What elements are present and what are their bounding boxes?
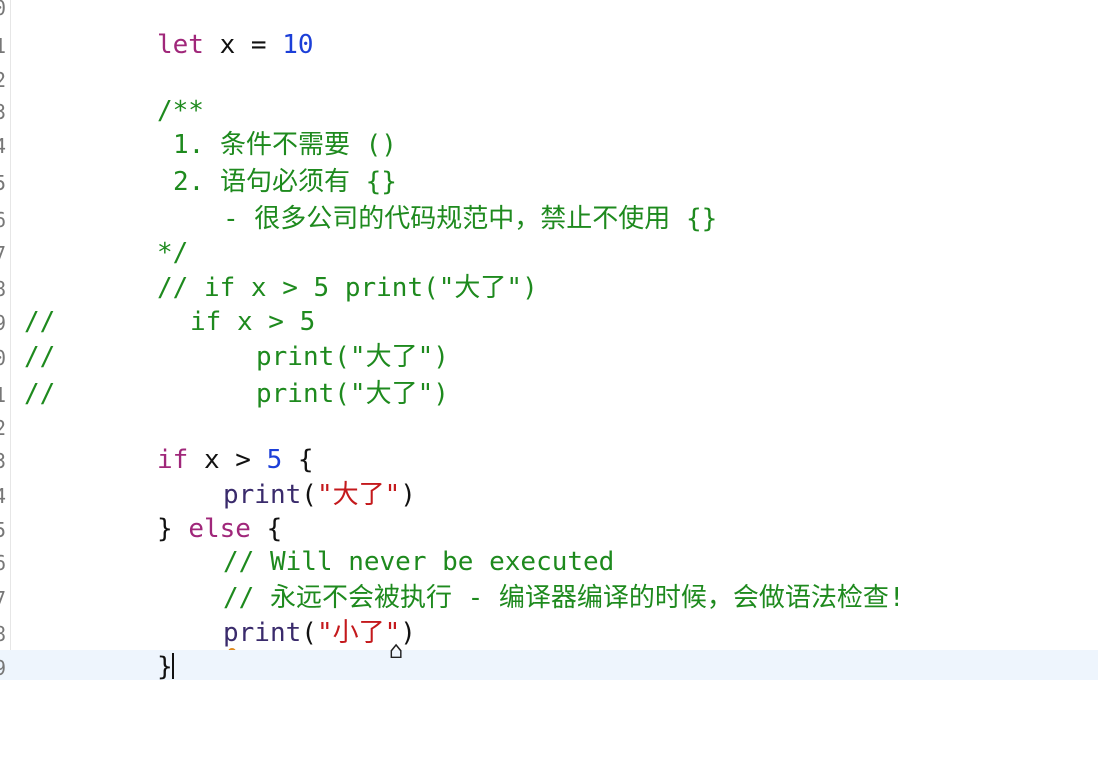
line-number: 1 [0, 383, 6, 407]
line-number: 7 [0, 587, 6, 611]
line-number: 9 [0, 656, 6, 680]
line-number: 8 [0, 277, 6, 301]
function-name: print [223, 480, 302, 510]
line-number: 4 [0, 484, 6, 508]
code-text[interactable]: let x = 10 [157, 30, 314, 60]
line-number: 0 [0, 0, 6, 20]
code-plain: ( [301, 618, 317, 648]
line-number: 0 [0, 346, 6, 370]
comment-prefix: // [24, 307, 56, 337]
code-line-current[interactable]: 9 } [0, 650, 1098, 682]
code-line[interactable]: 5 } else { [0, 512, 1098, 546]
comment: */ [157, 238, 189, 268]
keyword: let [157, 30, 204, 60]
code-line[interactable]: 6 - 很多公司的代码规范中，禁止不使用 {} [0, 202, 1098, 236]
code-line[interactable]: 2 [0, 62, 1098, 96]
ibeam-cursor-icon: ⌂ [389, 636, 404, 664]
code-plain: x > [188, 445, 267, 475]
line-number: 3 [0, 100, 6, 124]
line-number: 3 [0, 449, 6, 473]
comment: // 永远不会被执行 - 编译器编译的时候，会做语法检查! [223, 583, 905, 613]
code-line[interactable]: 4 1. 条件不需要 () [0, 128, 1098, 162]
code-line[interactable]: 5 2. 语句必须有 {} [0, 165, 1098, 199]
line-number: 6 [0, 551, 6, 575]
line-number: 9 [0, 311, 6, 335]
code-line[interactable]: 3 if x > 5 { [0, 443, 1098, 477]
code-line[interactable]: 8 // if x > 5 print("大了") [0, 271, 1098, 305]
code-text[interactable]: print("大了") [223, 480, 416, 510]
comment: if x > 5 [190, 307, 316, 337]
line-number: 6 [0, 208, 6, 232]
comment: /** [157, 96, 204, 126]
code-line[interactable]: 7 // 永远不会被执行 - 编译器编译的时候，会做语法检查! [0, 581, 1098, 615]
code-plain: } [157, 652, 173, 682]
line-number: 1 [0, 34, 6, 58]
code-line[interactable]: 1 let x = 10 [0, 28, 1098, 62]
text-cursor [172, 653, 174, 679]
comment: // Will never be executed [223, 547, 615, 577]
comment-prefix: // [24, 379, 56, 409]
line-number: 8 [0, 622, 6, 646]
code-line[interactable]: 4 print("大了") [0, 478, 1098, 512]
comment: - 很多公司的代码规范中，禁止不使用 {} [223, 204, 718, 234]
number-literal: 10 [282, 30, 314, 60]
code-plain: x = [203, 30, 283, 60]
keyword: else [188, 514, 251, 544]
comment: 1. 条件不需要 () [173, 130, 397, 160]
code-line[interactable]: 1 // print("大了") [0, 377, 1098, 411]
comment: print("大了") [256, 342, 449, 372]
code-line[interactable]: 9 // if x > 5 [0, 305, 1098, 339]
code-text[interactable]: } [157, 652, 173, 682]
code-line[interactable]: 8 print("小了") [0, 616, 1098, 651]
code-line[interactable]: 7 */ [0, 236, 1098, 270]
comment: print("大了") [256, 379, 449, 409]
line-number: 4 [0, 134, 6, 158]
code-text[interactable]: if x > 5 { [157, 445, 314, 475]
comment: // if x > 5 print("大了") [157, 273, 538, 303]
code-line[interactable]: 0 [0, 0, 1098, 24]
line-number: 2 [0, 416, 6, 440]
code-line[interactable]: 2 [0, 410, 1098, 444]
code-line[interactable]: 3 /** [0, 94, 1098, 128]
number-literal: 5 [266, 445, 283, 475]
line-number: 5 [0, 171, 6, 195]
function-name: print [223, 618, 302, 648]
code-plain: } [157, 514, 189, 544]
code-line[interactable]: 6 // Will never be executed [0, 545, 1098, 579]
string-literal: "大了" [316, 480, 401, 510]
code-line[interactable]: 0 // print("大了") [0, 340, 1098, 374]
line-number: 5 [0, 518, 6, 542]
line-number: 2 [0, 68, 6, 92]
keyword: if [157, 445, 189, 475]
code-plain: ( [301, 480, 317, 510]
string-literal: "小了" [316, 618, 401, 648]
code-plain: { [250, 514, 283, 544]
code-text[interactable]: } else { [157, 514, 282, 544]
code-text[interactable]: print("小了") [223, 618, 416, 648]
line-number: 7 [0, 242, 6, 266]
comment-prefix: // [24, 342, 56, 372]
code-plain: ) [400, 480, 416, 510]
code-plain: { [282, 445, 314, 475]
comment: 2. 语句必须有 {} [173, 167, 397, 197]
